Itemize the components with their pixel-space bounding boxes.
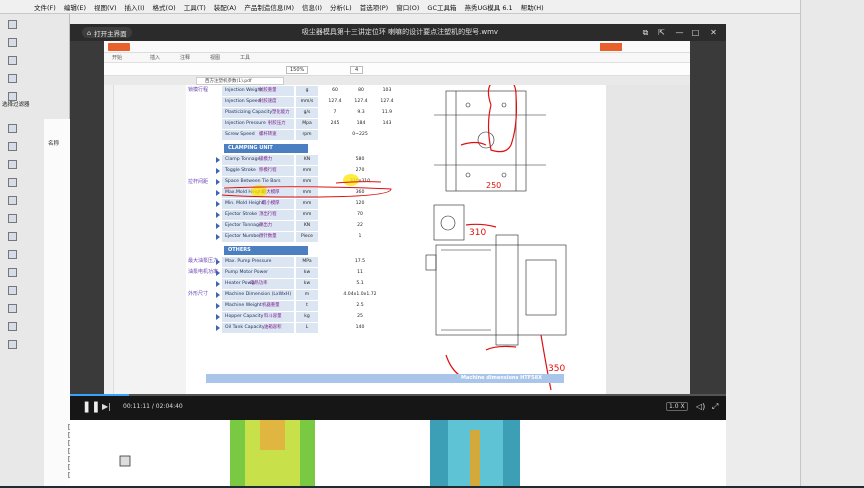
- player-titlebar: ⌂ 打开主界面 吸尘器模具第十三讲定位环 喇嘛的设计要点注塑机的型号.wmv ⧉…: [70, 24, 726, 41]
- feature-icon-5[interactable]: [8, 196, 17, 205]
- menu-info[interactable]: 信息(I): [298, 2, 326, 12]
- feature-icon-6[interactable]: [8, 214, 17, 223]
- pdf-right-gutter: [606, 85, 690, 394]
- open-home-button[interactable]: ⌂ 打开主界面: [82, 27, 132, 38]
- feature-icon-7[interactable]: [8, 232, 17, 241]
- open-home-label: 打开主界面: [94, 29, 127, 38]
- menu-preferences[interactable]: 首选项(P): [356, 2, 393, 12]
- mold-model-graphic: [119, 420, 520, 486]
- pdf-page: Injection Weight 射胶重量 g 60 80 103 Inject…: [186, 85, 606, 394]
- menu-yanxiu[interactable]: 燕秀UG模具 6.1: [460, 2, 516, 12]
- menu-window[interactable]: 窗口(O): [392, 2, 423, 12]
- menu-analysis[interactable]: 分析(L): [326, 2, 356, 12]
- menu-view[interactable]: 视图(V): [90, 2, 121, 12]
- menu-tools[interactable]: 工具(T): [180, 2, 210, 12]
- video-player-window: ⌂ 打开主界面 吸尘器模具第十三讲定位环 喇嘛的设计要点注塑机的型号.wmv ⧉…: [70, 24, 726, 420]
- cad-resource-bar: [800, 0, 864, 486]
- feature-icon-8[interactable]: [8, 250, 17, 259]
- fullscreen-icon[interactable]: ⤢: [712, 402, 718, 411]
- tree-name-header: 名称: [48, 141, 60, 147]
- menu-assembly[interactable]: 装配(A): [210, 2, 241, 12]
- menu-format[interactable]: 格式(O): [149, 2, 180, 12]
- pdf-menu-tools[interactable]: 工具: [240, 54, 250, 61]
- pdf-menu-start[interactable]: 开始: [112, 54, 122, 61]
- progress-bar[interactable]: [70, 394, 726, 396]
- sketch-icon[interactable]: [8, 20, 17, 29]
- menu-edit[interactable]: 编辑(E): [60, 2, 90, 12]
- pdf-doc-tabs: 西方注塑机参数(1).pdf: [104, 76, 690, 85]
- annotation-layer: 310 350 250: [221, 85, 567, 391]
- pdf-menu-annotate[interactable]: 注释: [180, 54, 190, 61]
- pdf-viewer: 开始 插入 注释 视图 工具 150% 4 西方注塑机参数(1).pdf Inj…: [104, 41, 690, 394]
- menu-file[interactable]: 文件(F): [30, 2, 60, 12]
- pdf-toolbar: 150% 4: [104, 63, 690, 76]
- feature-icon-3[interactable]: [8, 160, 17, 169]
- page-number-input[interactable]: 4: [350, 66, 364, 74]
- feature-icon-12[interactable]: [8, 322, 17, 331]
- progress-fill: [70, 394, 130, 396]
- pdf-home-tab[interactable]: [108, 43, 130, 51]
- pip-icon[interactable]: ⧉: [640, 27, 651, 38]
- time-readout: 00:11:11 / 02:04:40: [123, 403, 183, 410]
- feature-icon-1[interactable]: [8, 124, 17, 133]
- pdf-menu-view[interactable]: 视图: [210, 54, 220, 61]
- pdf-sidebar: [104, 85, 114, 394]
- next-icon[interactable]: ▶|: [102, 402, 111, 411]
- pause-icon[interactable]: ❚❚: [82, 401, 100, 413]
- pdf-menu-bar: 开始 插入 注释 视图 工具: [104, 53, 690, 63]
- home-icon: ⌂: [87, 28, 92, 37]
- menu-gc-toolbox[interactable]: GC工具箱: [423, 2, 460, 12]
- pdf-menu-insert[interactable]: 插入: [150, 54, 160, 61]
- annotation-250: 250: [486, 181, 501, 190]
- pdf-vip-button[interactable]: [600, 43, 622, 51]
- cad-graphics-window[interactable]: [70, 420, 726, 486]
- menu-insert[interactable]: 插入(I): [121, 2, 149, 12]
- pin-icon[interactable]: ⇱: [656, 27, 667, 38]
- annotation-350: 350: [548, 364, 565, 374]
- revolve-icon[interactable]: [8, 56, 17, 65]
- feature-icon-11[interactable]: [8, 304, 17, 313]
- machine-dimensions-caption: Machine dimensions HTF58X: [206, 374, 564, 383]
- pdf-app-bar: [104, 41, 690, 53]
- player-controls: ❚❚ ▶| 00:11:11 / 02:04:40 1.0 X ◁) ⤢: [70, 394, 726, 420]
- feature-icon-10[interactable]: [8, 286, 17, 295]
- feature-icon-2[interactable]: [8, 142, 17, 151]
- extrude-icon[interactable]: [8, 38, 17, 47]
- menu-help[interactable]: 帮助(H): [517, 2, 548, 12]
- pdf-doc-tab[interactable]: 西方注塑机参数(1).pdf: [196, 77, 284, 85]
- annotation-310: 310: [469, 228, 486, 238]
- minimize-icon[interactable]: —: [674, 27, 685, 38]
- video-frame[interactable]: 开始 插入 注释 视图 工具 150% 4 西方注塑机参数(1).pdf Inj…: [70, 41, 726, 394]
- zoom-select[interactable]: 150%: [286, 66, 309, 74]
- cad-menubar: 文件(F) 编辑(E) 视图(V) 插入(I) 格式(O) 工具(T) 装配(A…: [0, 0, 864, 14]
- video-title: 吸尘器模具第十三讲定位环 喇嘛的设计要点注塑机的型号.wmv: [301, 28, 499, 36]
- maximize-icon[interactable]: □: [690, 27, 701, 38]
- menu-pmi[interactable]: 产品制造信息(M): [240, 2, 298, 12]
- volume-icon[interactable]: ◁): [696, 402, 705, 411]
- filter-label: 选择过滤器: [2, 102, 30, 108]
- feature-icon-9[interactable]: [8, 268, 17, 277]
- hole-icon[interactable]: [8, 74, 17, 83]
- feature-icon-13[interactable]: [8, 340, 17, 349]
- close-icon[interactable]: ✕: [708, 27, 719, 38]
- speed-button[interactable]: 1.0 X: [666, 402, 688, 411]
- feature-icon-4[interactable]: [8, 178, 17, 187]
